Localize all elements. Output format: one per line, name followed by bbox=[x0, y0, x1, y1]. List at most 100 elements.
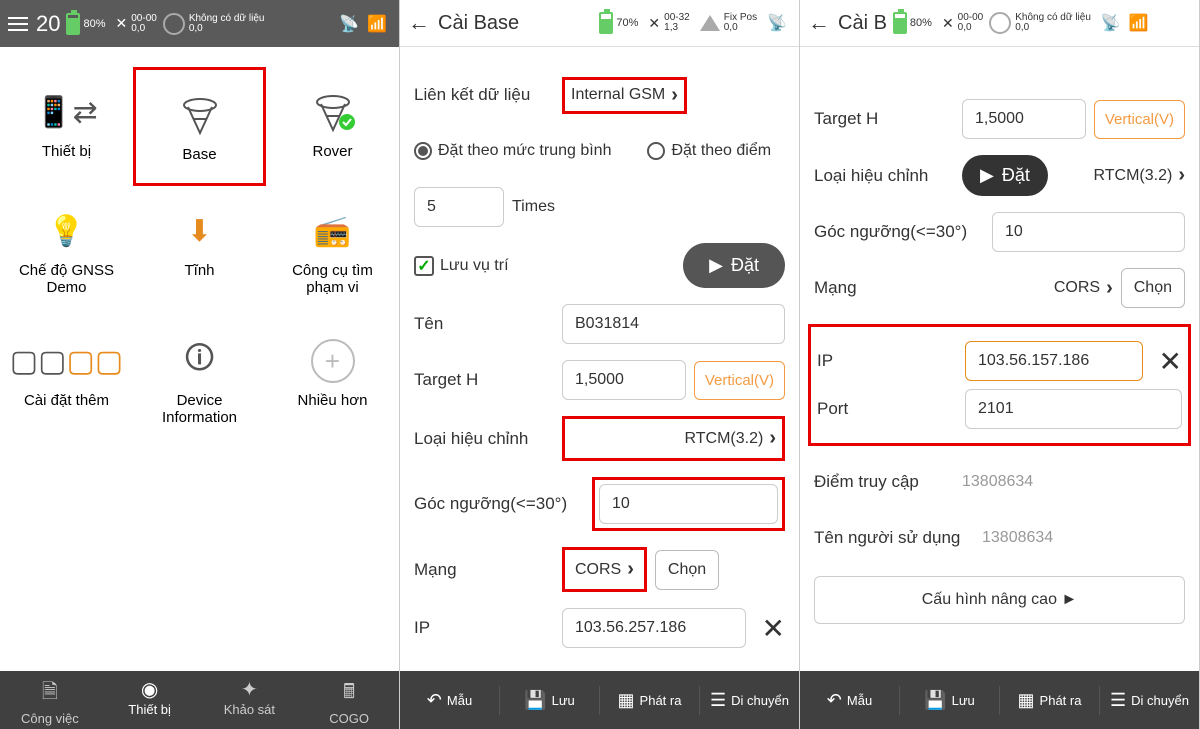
access-point-label: Điểm truy cập bbox=[814, 472, 954, 492]
choose-button[interactable]: Chọn bbox=[655, 550, 719, 590]
grid-item-more[interactable]: +Nhiều hơn bbox=[266, 316, 399, 446]
times-input[interactable]: 5 bbox=[414, 187, 504, 227]
target-label: Target H bbox=[814, 109, 954, 129]
target-input[interactable]: 1,5000 bbox=[562, 360, 686, 400]
ip-label: IP bbox=[817, 351, 957, 371]
circle-icon bbox=[163, 13, 185, 35]
angle-input[interactable]: 10 bbox=[599, 484, 778, 524]
network-label: Mạng bbox=[414, 560, 554, 580]
antenna-icon: 📡 bbox=[339, 14, 359, 34]
tab-cogo[interactable]: 🖩COGO bbox=[299, 671, 399, 729]
angle-input[interactable]: 10 bbox=[992, 212, 1185, 252]
grid-item-rover[interactable]: Rover bbox=[266, 67, 399, 186]
chevron-right-icon: › bbox=[671, 84, 678, 107]
qr-icon: ▦ bbox=[618, 690, 635, 711]
clear-icon[interactable]: ✕ bbox=[1159, 345, 1182, 378]
save-pos-check[interactable]: ✓Lưu vụ trí bbox=[414, 256, 509, 276]
undo-icon: ↶ bbox=[827, 690, 842, 711]
radio-point[interactable]: Đặt theo điểm bbox=[647, 142, 771, 160]
battery-icon bbox=[599, 12, 613, 34]
play-icon: ▶ bbox=[709, 255, 723, 276]
grid-item-base[interactable]: Base bbox=[133, 67, 266, 186]
network-select[interactable]: CORS› bbox=[562, 547, 647, 592]
signal-icon: 📶 bbox=[367, 14, 387, 34]
grid-item-settings[interactable]: ▢▢▢▢Cài đặt thêm bbox=[0, 316, 133, 446]
set-button[interactable]: ▶Đặt bbox=[962, 155, 1048, 196]
chevron-right-icon: › bbox=[627, 558, 634, 581]
tool-broadcast[interactable]: ▦Phát ra bbox=[600, 686, 700, 715]
tab-device[interactable]: ◉Thiết bị bbox=[100, 671, 200, 729]
clear-icon[interactable]: ✕ bbox=[762, 612, 785, 645]
bottom-toolbar: ↶Mẫu 💾Lưu ▦Phát ra ☰Di chuyển bbox=[400, 671, 799, 729]
network-label: Mạng bbox=[814, 278, 954, 298]
angle-label: Góc ngưỡng(<=30°) bbox=[814, 222, 984, 242]
back-icon[interactable]: ← bbox=[808, 10, 830, 36]
device-grid: 📱⇄Thiết bị Base Rover 💡Chế độ GNSS Demo … bbox=[0, 47, 399, 466]
qr-icon: ▦ bbox=[1018, 690, 1035, 711]
correction-select[interactable]: RTCM(3.2)› bbox=[562, 416, 785, 461]
chevron-right-icon: › bbox=[1178, 164, 1185, 187]
correction-select[interactable]: RTCM(3.2)› bbox=[1056, 164, 1185, 187]
battery-icon bbox=[893, 12, 907, 34]
signal-icon: 📶 bbox=[1129, 13, 1149, 33]
set-button[interactable]: ▶Đặt bbox=[683, 243, 785, 288]
name-label: Tên bbox=[414, 314, 554, 334]
circle-icon bbox=[989, 12, 1011, 34]
tool-broadcast[interactable]: ▦Phát ra bbox=[1000, 686, 1100, 715]
tool-save[interactable]: 💾Lưu bbox=[500, 686, 600, 715]
datalink-select[interactable]: Internal GSM› bbox=[562, 77, 687, 114]
vertical-button[interactable]: Vertical(V) bbox=[694, 361, 785, 400]
satellite-icon: ✕ bbox=[116, 15, 128, 32]
status-bar: 20 80% ✕ 00-000,0 Không có dữ liệu0,0 📡 … bbox=[0, 0, 399, 47]
correction-label: Loại hiệu chỉnh bbox=[814, 166, 954, 186]
antenna-icon: 📡 bbox=[767, 13, 787, 33]
tool-move[interactable]: ☰Di chuyển bbox=[1100, 686, 1199, 715]
target-label: Target H bbox=[414, 370, 554, 390]
ip-label: IP bbox=[414, 618, 554, 638]
antenna-icon: 📡 bbox=[1101, 13, 1121, 33]
grid-item-range[interactable]: 📻Công cụ tìm phạm vi bbox=[266, 186, 399, 316]
ip-input[interactable]: 103.56.157.186 bbox=[965, 341, 1143, 381]
satellite-icon: ✕ bbox=[648, 15, 660, 32]
correction-label: Loại hiệu chỉnh bbox=[414, 429, 554, 449]
ip-input[interactable]: 103.56.257.186 bbox=[562, 608, 746, 648]
bottom-toolbar: ↶Mẫu 💾Lưu ▦Phát ra ☰Di chuyển bbox=[800, 671, 1199, 729]
list-icon: ☰ bbox=[1110, 690, 1126, 711]
list-icon: ☰ bbox=[710, 690, 726, 711]
grid-item-info[interactable]: 🛈Device Information bbox=[133, 316, 266, 446]
save-icon: 💾 bbox=[524, 690, 546, 711]
bottom-nav: 🗎Công việc ◉Thiết bị ✦Khảo sát 🖩COGO bbox=[0, 671, 399, 729]
port-label: Port bbox=[817, 399, 957, 419]
chevron-right-icon: › bbox=[1106, 277, 1113, 300]
sat-count: 20 bbox=[36, 11, 60, 37]
name-input[interactable]: B031814 bbox=[562, 304, 785, 344]
tab-survey[interactable]: ✦Khảo sát bbox=[200, 671, 300, 729]
username-label: Tên người sử dụng bbox=[814, 528, 974, 548]
tool-move[interactable]: ☰Di chuyển bbox=[700, 686, 799, 715]
target-input[interactable]: 1,5000 bbox=[962, 99, 1086, 139]
tool-save[interactable]: 💾Lưu bbox=[900, 686, 1000, 715]
radio-average[interactable]: Đặt theo mức trung bình bbox=[414, 142, 611, 160]
status-bar: ← Cài Base 70% ✕ 00-321,3 Fix Pos0,0 📡 bbox=[400, 0, 799, 47]
tool-template[interactable]: ↶Mẫu bbox=[800, 686, 900, 715]
chevron-right-icon: › bbox=[769, 427, 776, 450]
tool-template[interactable]: ↶Mẫu bbox=[400, 686, 500, 715]
grid-item-device[interactable]: 📱⇄Thiết bị bbox=[0, 67, 133, 186]
choose-button[interactable]: Chọn bbox=[1121, 268, 1185, 308]
datalink-label: Liên kết dữ liệu bbox=[414, 85, 554, 105]
grid-item-static[interactable]: ⬇Tĩnh bbox=[133, 186, 266, 316]
access-point-value: 13808634 bbox=[962, 473, 1033, 491]
advanced-config[interactable]: Cấu hình nâng cao ► bbox=[814, 576, 1185, 624]
angle-label: Góc ngưỡng(<=30°) bbox=[414, 494, 584, 514]
username-value: 13808634 bbox=[982, 529, 1053, 547]
save-icon: 💾 bbox=[924, 690, 946, 711]
grid-item-gnss-demo[interactable]: 💡Chế độ GNSS Demo bbox=[0, 186, 133, 316]
menu-icon[interactable] bbox=[8, 17, 28, 31]
vertical-button[interactable]: Vertical(V) bbox=[1094, 100, 1185, 139]
play-icon: ▶ bbox=[980, 165, 994, 186]
network-select[interactable]: CORS› bbox=[962, 277, 1113, 300]
tab-project[interactable]: 🗎Công việc bbox=[0, 671, 100, 729]
back-icon[interactable]: ← bbox=[408, 10, 430, 36]
port-input[interactable]: 2101 bbox=[965, 389, 1182, 429]
triangle-icon bbox=[700, 15, 720, 31]
